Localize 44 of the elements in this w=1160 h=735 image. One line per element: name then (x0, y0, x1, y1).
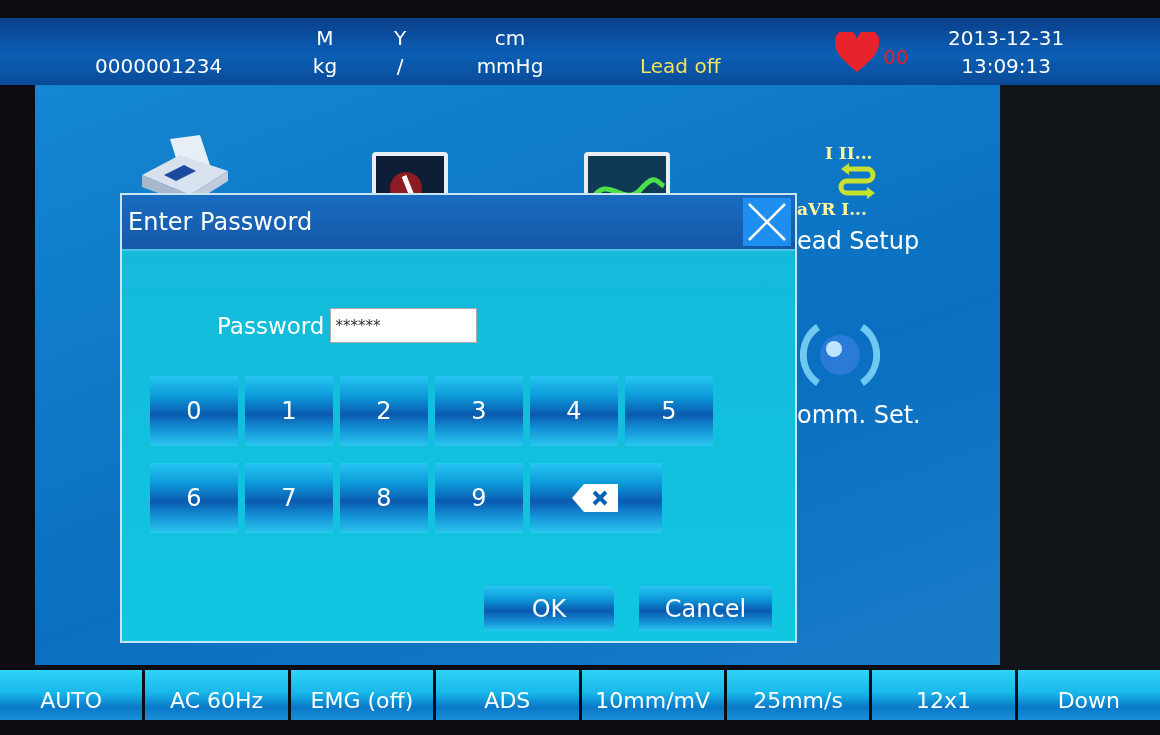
digit-key[interactable]: 2 (340, 376, 428, 446)
close-icon (747, 202, 787, 242)
time: 13:09:13 (961, 52, 1052, 80)
height-unit: cm (494, 24, 526, 52)
date: 2013-12-31 (948, 24, 1065, 52)
backspace-icon (572, 484, 620, 512)
digit-key[interactable]: 9 (435, 463, 523, 533)
separator: / (396, 52, 404, 80)
status-bar-button[interactable]: 25mm/s (726, 670, 870, 720)
status-bar-button[interactable]: 12x1 (872, 670, 1015, 720)
age-label: Y (393, 24, 407, 52)
lead-status: Lead off (640, 52, 722, 78)
password-label: Password (217, 312, 325, 339)
menu-label: ead Setup (797, 227, 921, 255)
digit-key[interactable]: 1 (245, 376, 333, 446)
digit-key[interactable]: 5 (625, 376, 713, 446)
pressure-unit: mmHg (476, 52, 544, 80)
status-bar-button[interactable]: Down (1017, 670, 1160, 720)
lead-names: aVR I... (797, 199, 868, 219)
status-bar-button[interactable]: AC 60Hz (145, 670, 288, 720)
digit-key[interactable]: 7 (245, 463, 333, 533)
dialog-title: Enter Password (127, 208, 313, 236)
heart-rate: 00 (883, 43, 910, 69)
digit-key[interactable]: 4 (530, 376, 618, 446)
status-bar-button[interactable]: AUTO (0, 670, 143, 720)
password-field[interactable]: ****** (330, 308, 478, 343)
digit-key[interactable]: 6 (150, 463, 238, 533)
heart-icon (835, 31, 879, 72)
menu-label: omm. Set. (797, 401, 921, 429)
weight-unit: kg (312, 52, 338, 80)
digit-key[interactable]: 0 (150, 376, 238, 446)
swap-arrows-icon (837, 163, 877, 199)
dialog-button[interactable]: Cancel (639, 586, 772, 631)
status-bar-button[interactable]: EMG (off) (290, 670, 434, 720)
dialog-button[interactable]: OK (484, 586, 614, 631)
patient-id: 0000001234 (94, 52, 224, 78)
digit-key[interactable]: 8 (340, 463, 428, 533)
backspace-key[interactable] (530, 463, 662, 533)
gender-label: M (316, 24, 334, 52)
status-bar-button[interactable]: 10mm/mV (581, 670, 724, 720)
digit-key[interactable]: 3 (435, 376, 523, 446)
close-button[interactable] (743, 198, 791, 246)
status-bar-button[interactable]: ADS (436, 670, 579, 720)
lead-names: I II... (825, 143, 874, 163)
